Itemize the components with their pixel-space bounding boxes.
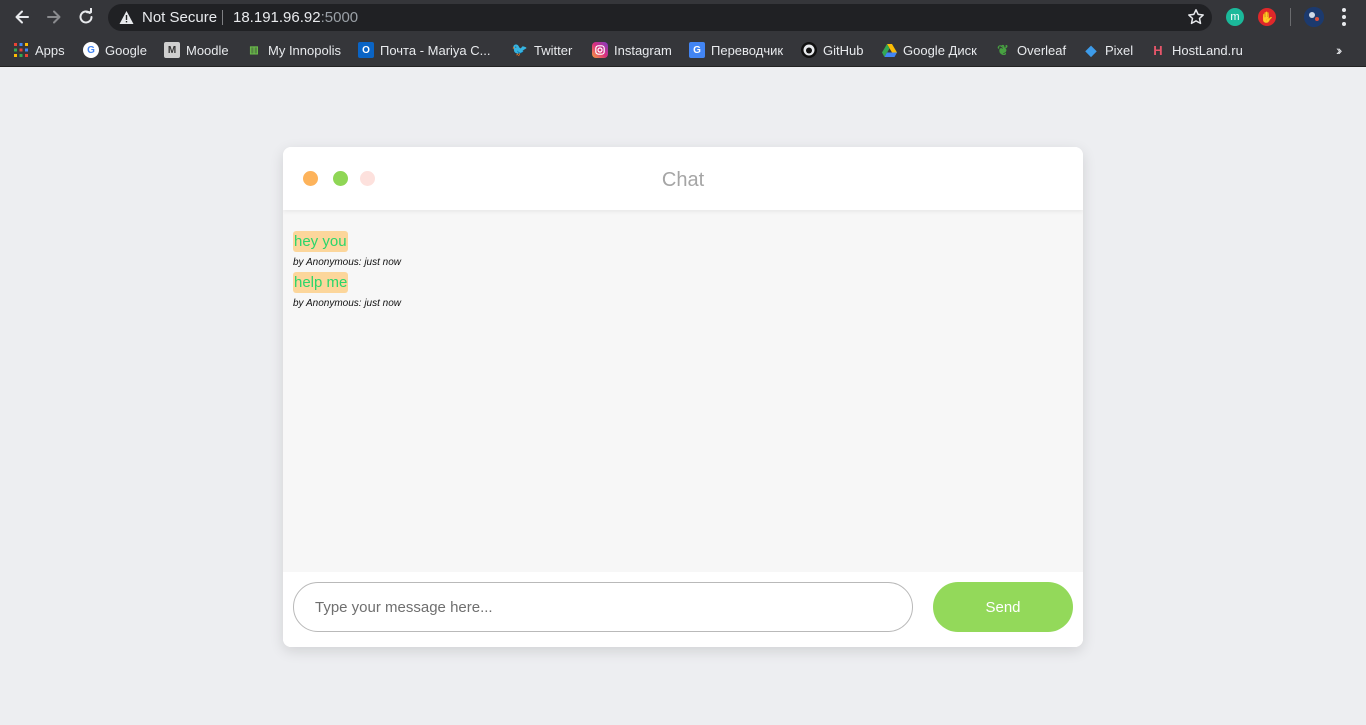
message-meta: by Anonymous: just now: [293, 298, 402, 309]
profile-avatar-icon[interactable]: [1304, 7, 1324, 27]
bookmark-label: Pixel: [1105, 42, 1134, 58]
chat-title: Chat: [661, 169, 705, 191]
warning-icon[interactable]: [119, 10, 134, 25]
message-item: help me by Anonymous: just now: [293, 272, 1083, 313]
more-bookmarks-icon[interactable]: ››: [1336, 42, 1343, 58]
bookmark-translator[interactable]: G Переводчик: [689, 41, 783, 59]
twitter-icon: 🐦: [511, 42, 529, 57]
hostland-icon: H: [1153, 42, 1163, 58]
message-meta: by Anonymous: just now: [293, 257, 402, 268]
url-text[interactable]: 18.191.96.92:5000: [233, 9, 358, 26]
bookmark-hostland[interactable]: H HostLand.ru: [1150, 41, 1243, 59]
moodle-icon: M: [164, 42, 180, 58]
bookmark-moodle[interactable]: M Moodle: [164, 41, 229, 59]
bookmark-pochta[interactable]: O Почта - Mariya C...: [358, 41, 491, 59]
back-arrow-icon[interactable]: [10, 5, 34, 29]
adblock-icon[interactable]: ✋: [1258, 8, 1276, 26]
message-list: hey you by Anonymous: just now help me b…: [283, 210, 1083, 572]
bookmark-github[interactable]: GitHub: [801, 41, 863, 59]
bookmark-label: Почта - Mariya C...: [380, 42, 491, 58]
message-text: help me: [293, 272, 349, 293]
apps-grid-icon: [13, 42, 29, 58]
bookmark-label: Overleaf: [1017, 42, 1067, 58]
browser-menu-icon[interactable]: [1334, 6, 1354, 28]
reload-icon[interactable]: [74, 5, 98, 29]
google-drive-icon: [881, 42, 897, 58]
bookmark-label: My Innopolis: [268, 42, 341, 58]
address-bar[interactable]: Not Secure 18.191.96.92:5000: [108, 4, 1212, 31]
message-input[interactable]: [293, 582, 913, 632]
outlook-icon: O: [358, 42, 374, 58]
omnibox-divider: [222, 10, 223, 25]
overleaf-icon: ❦: [997, 41, 1009, 58]
bookmark-label: Twitter: [534, 42, 573, 58]
bookmark-label: Instagram: [614, 42, 672, 58]
bookmark-instagram[interactable]: Instagram: [592, 41, 672, 59]
instagram-icon: [592, 42, 608, 58]
bookmarks-bar: Apps G Google M Moodle ▥ My Innopolis O …: [0, 34, 1366, 67]
message-item: hey you by Anonymous: just now: [293, 231, 1083, 272]
bookmark-label: HostLand.ru: [1172, 42, 1243, 58]
bookmark-my-innopolis[interactable]: ▥ My Innopolis: [246, 41, 341, 59]
bookmark-label: Google Диск: [903, 42, 977, 58]
chat-header: Chat: [283, 147, 1083, 210]
m-extension-icon[interactable]: m: [1226, 8, 1244, 26]
chat-window: Chat hey you by Anonymous: just now help…: [283, 147, 1083, 647]
chat-footer: Send: [283, 572, 1083, 647]
bookmark-google-drive[interactable]: Google Диск: [881, 41, 977, 59]
innopolis-icon: ▥: [249, 44, 259, 56]
browser-toolbar: Not Secure 18.191.96.92:5000 m ✋: [0, 0, 1366, 34]
github-icon: [801, 42, 817, 58]
bookmark-overleaf[interactable]: ❦ Overleaf: [995, 41, 1066, 59]
bookmark-label: GitHub: [823, 42, 864, 58]
security-label[interactable]: Not Secure: [142, 9, 217, 26]
send-button[interactable]: Send: [933, 582, 1073, 632]
google-icon: G: [83, 42, 99, 58]
bookmark-label: Apps: [35, 42, 65, 58]
bookmark-twitter[interactable]: 🐦 Twitter: [512, 41, 572, 59]
translate-icon: G: [689, 42, 705, 58]
url-host: 18.191.96.92: [233, 9, 321, 26]
extensions-divider: [1290, 8, 1291, 26]
pixel-icon: ◆: [1085, 41, 1097, 58]
url-port: :5000: [320, 9, 359, 26]
bookmark-star-icon[interactable]: [1187, 8, 1205, 26]
bookmark-label: Переводчик: [711, 42, 784, 58]
bookmark-apps[interactable]: Apps: [13, 41, 65, 59]
message-text: hey you: [293, 231, 348, 252]
bookmark-label: Google: [105, 42, 147, 58]
bookmark-label: Moodle: [186, 42, 229, 58]
bookmark-google[interactable]: G Google: [83, 41, 147, 59]
forward-arrow-icon[interactable]: [42, 5, 66, 29]
bookmark-pixel[interactable]: ◆ Pixel: [1083, 41, 1134, 59]
